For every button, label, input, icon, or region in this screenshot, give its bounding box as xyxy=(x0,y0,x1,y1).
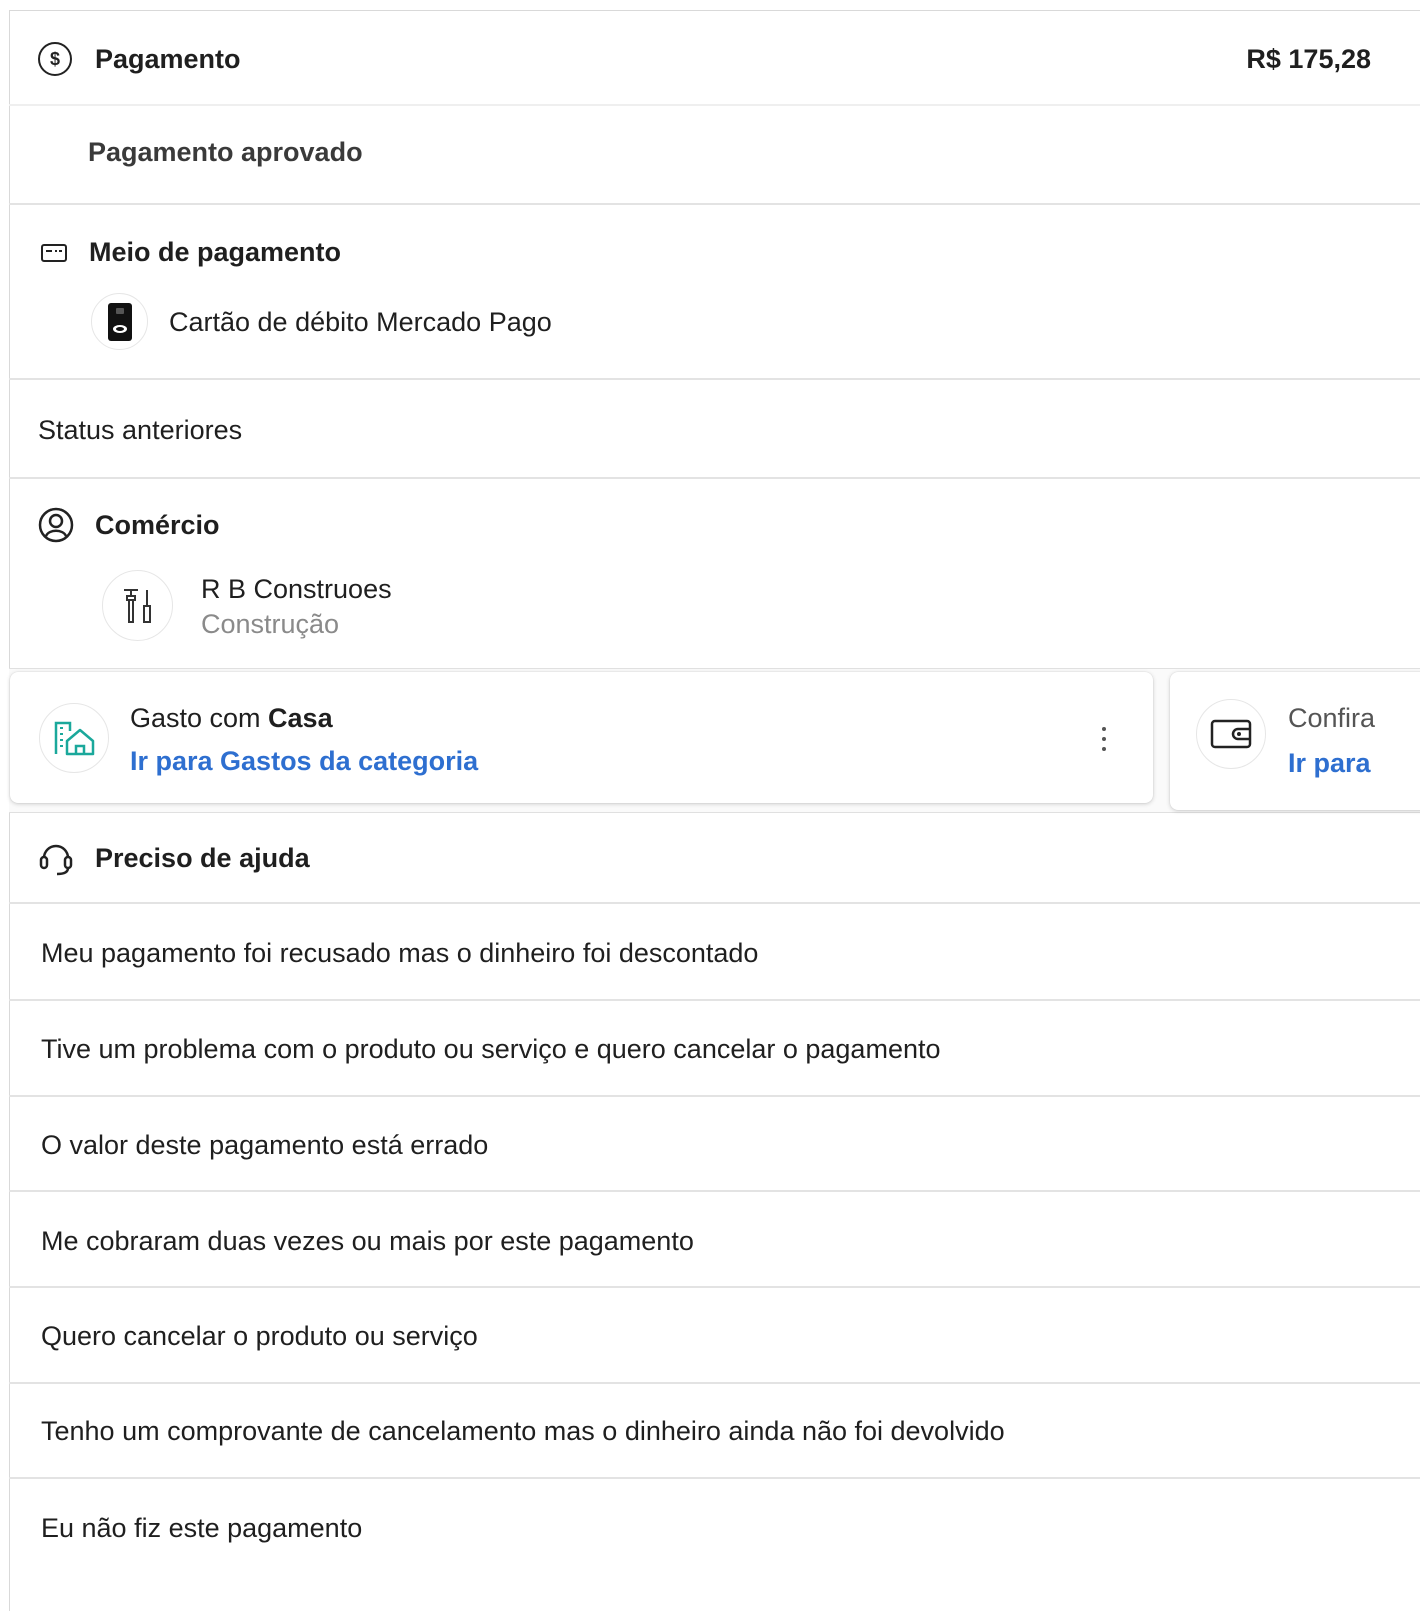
category-prefix: Gasto com xyxy=(130,703,269,733)
payment-amount: R$ 175,28 xyxy=(1246,44,1371,74)
help-title: Preciso de ajuda xyxy=(95,842,310,873)
dollar-circle-icon: $ xyxy=(38,42,72,76)
category-avatar xyxy=(39,703,109,773)
payment-header: $ Pagamento xyxy=(38,42,241,76)
help-header: Preciso de ajuda xyxy=(38,840,310,876)
help-item-not-mine[interactable]: Eu não fiz este pagamento xyxy=(41,1513,362,1544)
help-item-charged-twice[interactable]: Me cobraram duas vezes ou mais por este … xyxy=(41,1226,694,1257)
payment-status: Pagamento aprovado xyxy=(88,137,363,167)
payment-method-title: Meio de pagamento xyxy=(89,237,342,267)
house-icon xyxy=(54,721,95,756)
wallet-insight-title: Confira xyxy=(1288,703,1376,733)
payment-method-header: Meio de pagamento xyxy=(41,237,341,268)
merchant-name: R B Construoes xyxy=(201,574,392,604)
merchant-title: Comércio xyxy=(95,509,220,540)
help-item-product-problem[interactable]: Tive um problema com o produto ou serviç… xyxy=(41,1034,941,1065)
category-name: Casa xyxy=(268,703,333,733)
headset-icon xyxy=(39,844,73,876)
more-options-icon[interactable] xyxy=(1102,727,1106,751)
payment-title: Pagamento xyxy=(95,43,241,74)
help-item-cancel-product[interactable]: Quero cancelar o produto ou serviço xyxy=(41,1321,478,1352)
category-expenses-link[interactable]: Ir para Gastos da categoria xyxy=(130,746,478,777)
wallet-icon xyxy=(1210,719,1252,749)
merchant-category: Construção xyxy=(201,609,340,639)
user-circle-icon xyxy=(38,507,74,543)
wallet-insight-card[interactable]: Confira Ir para xyxy=(1170,672,1420,810)
help-item-refund-pending[interactable]: Tenho um comprovante de cancelamento mas… xyxy=(41,1416,1005,1447)
wallet-insight-link[interactable]: Ir para xyxy=(1288,748,1371,779)
help-item-wrong-amount[interactable]: O valor deste pagamento está errado xyxy=(41,1130,488,1161)
category-spending-card[interactable]: Gasto com Casa Ir para Gastos da categor… xyxy=(10,672,1153,803)
debit-card-avatar xyxy=(91,293,148,350)
wallet-avatar xyxy=(1196,699,1266,769)
merchant-avatar xyxy=(102,570,173,641)
help-item-refused-charged[interactable]: Meu pagamento foi recusado mas o dinheir… xyxy=(41,938,758,969)
previous-status-link[interactable]: Status anteriores xyxy=(38,415,242,446)
tools-icon xyxy=(123,588,151,623)
category-spending-title: Gasto com Casa xyxy=(130,703,333,734)
merchant-header: Comércio xyxy=(38,507,220,543)
card-icon xyxy=(41,243,67,262)
mercado-pago-card-icon xyxy=(107,302,132,341)
payment-method-name: Cartão de débito Mercado Pago xyxy=(169,307,552,337)
